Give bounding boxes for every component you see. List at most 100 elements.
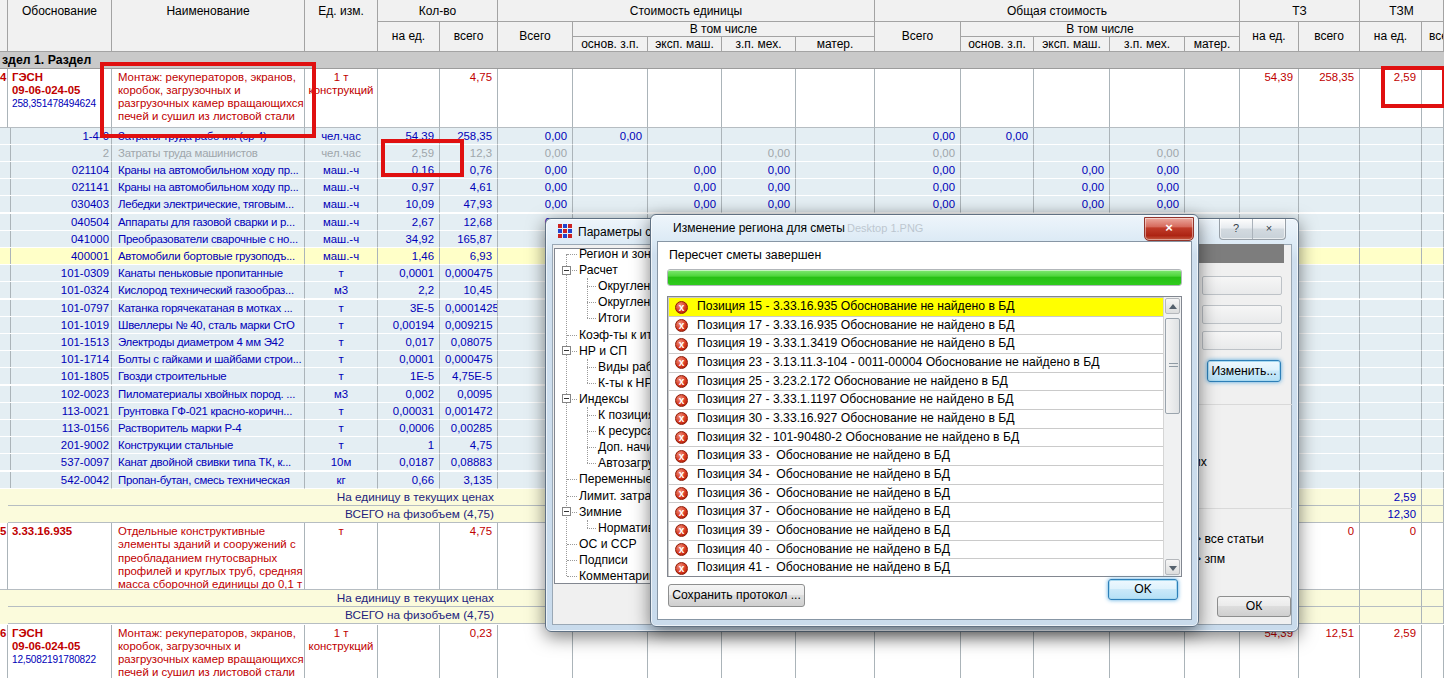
error-list-item[interactable]: xПозиция 25 - 3.23.2.172 Обоснование не …: [668, 372, 1164, 392]
change-button[interactable]: Изменить...: [1207, 360, 1281, 382]
table-cell: 2,67: [378, 214, 440, 231]
tree-item[interactable]: К-ты к НР: [598, 375, 653, 391]
scrollbar-thumb[interactable]: [1165, 318, 1180, 414]
tree-item[interactable]: Расчет: [579, 262, 618, 278]
error-list-item[interactable]: xПозиция 17 - 3.33.16.935 Обоснование не…: [668, 316, 1164, 336]
tree-item[interactable]: Коэф-ты к ито: [579, 327, 659, 343]
scroll-down-icon[interactable]: [1165, 559, 1180, 575]
table-cell: 0,00: [875, 162, 961, 179]
tree-item[interactable]: Зимние: [579, 504, 622, 520]
table-cell: [1422, 386, 1444, 403]
table-row[interactable]: 2Затраты труда машинистовчел.час2,5912,3…: [0, 145, 1444, 162]
table-cell: [1034, 128, 1110, 145]
table-cell: [1185, 196, 1240, 213]
error-icon: x: [675, 506, 688, 519]
table-cell: 101-0309: [8, 265, 112, 282]
tree-item[interactable]: НР и СП: [579, 343, 627, 359]
header-qty-total: всего: [440, 22, 498, 51]
error-list-item[interactable]: xПозиция 34 - Обоснование не найдено в Б…: [668, 465, 1164, 485]
table-cell: Монтаж: рекуператоров, экранов,коробок, …: [112, 625, 305, 678]
tree-item[interactable]: Доп. начи: [598, 439, 653, 455]
table-cell: [722, 625, 796, 678]
table-row[interactable]: 021141Краны на автомобильном ходу пр...м…: [0, 179, 1444, 196]
table-row[interactable]: 6ГЭСН09-06-024-0512,5082191780822Монтаж:…: [0, 625, 1444, 678]
error-ok-button[interactable]: OK: [1108, 579, 1178, 600]
save-protocol-button[interactable]: Сохранить протокол ...: [668, 584, 805, 607]
error-list-item-text: Позиция 37 - Обоснование не найдено в БД: [697, 503, 1161, 521]
error-list-item[interactable]: xПозиция 19 - 3.33.1.3419 Обоснование не…: [668, 334, 1164, 354]
tree-item[interactable]: Округлени: [598, 278, 657, 294]
table-cell: Швеллеры № 40, сталь марки СтО: [112, 317, 305, 334]
estimate-app-screen: здел 1. Раздел4ГЭСН09-06-024-05258,35147…: [0, 0, 1444, 678]
tree-item[interactable]: Итоги: [598, 310, 630, 326]
tree-expander-icon[interactable]: [562, 346, 571, 355]
error-list-item[interactable]: xПозиция 15 - 3.33.16.935 Обоснование не…: [668, 297, 1164, 317]
table-cell: [1360, 162, 1422, 179]
table-cell: [1240, 162, 1299, 179]
table-cell: 0,00: [498, 128, 573, 145]
table-cell: Пропан-бутан, смесь техническая: [112, 472, 305, 489]
table-cell: [1422, 282, 1444, 299]
error-list-item[interactable]: xПозиция 30 - 3.33.16.927 Обоснование не…: [668, 409, 1164, 429]
tree-item[interactable]: Регион и зона: [579, 246, 657, 262]
total-label: ВСЕГО на физобъем (4,75): [8, 607, 498, 624]
header-total-cost: Общая стоимость: [875, 0, 1240, 22]
error-list-item[interactable]: xПозиция 40 - Обоснование не найдено в Б…: [668, 540, 1164, 560]
tree-item[interactable]: К ресурса: [598, 423, 654, 439]
tree-expander-icon[interactable]: [562, 507, 571, 516]
error-list-item[interactable]: xПозиция 36 - Обоснование не найдено в Б…: [668, 484, 1164, 504]
error-icon: x: [675, 412, 688, 425]
tree-item[interactable]: Индексы: [579, 391, 629, 407]
table-cell: 0,017: [378, 334, 440, 351]
table-cell: Лебедки электрические, тяговым...: [112, 196, 305, 213]
table-row[interactable]: 030403Лебедки электрические, тяговым...м…: [0, 196, 1444, 213]
error-list-item[interactable]: x Позиция 37 - Обоснование не найдено в Б…: [668, 502, 1164, 522]
tree-item[interactable]: К позиция: [598, 407, 655, 423]
error-icon: x: [675, 450, 688, 463]
tree-item[interactable]: Округлени: [598, 294, 657, 310]
params-input-1[interactable]: [1202, 276, 1282, 295]
table-cell: [648, 128, 722, 145]
table-cell: [1422, 128, 1444, 145]
tree-item[interactable]: Норматив: [598, 520, 654, 536]
tree-item[interactable]: Переменные: [579, 471, 652, 487]
header-unit: Ед. изм.: [305, 0, 378, 51]
table-cell: [1360, 386, 1422, 403]
table-cell: 0,00: [722, 162, 796, 179]
table-cell: Кислород технический газообраз...: [112, 282, 305, 299]
table-cell: ГЭСН09-06-024-0512,5082191780822: [8, 625, 112, 678]
scrollbar[interactable]: [1163, 297, 1181, 576]
error-list-item[interactable]: xПозиция 41 - Обоснование не найдено в Б…: [668, 558, 1164, 577]
table-row[interactable]: 021104Краны на автомобильном ходу пр...м…: [0, 162, 1444, 179]
params-ok-button[interactable]: ОК: [1217, 596, 1291, 617]
scroll-up-icon[interactable]: [1165, 298, 1180, 314]
table-cell: [1299, 607, 1360, 624]
tree-item[interactable]: ОС и ССР: [579, 536, 637, 552]
tree-expander-icon[interactable]: [562, 394, 571, 403]
tree-item[interactable]: Комментарий: [579, 568, 656, 584]
tree-item[interactable]: Лимит. затрат: [579, 488, 657, 504]
table-cell: Краны на автомобильном ходу пр...: [112, 162, 305, 179]
table-cell: 0,0006: [378, 420, 440, 437]
close-icon[interactable]: ×: [1144, 217, 1194, 241]
error-list-item[interactable]: xПозиция 39 - Обоснование не найдено в Б…: [668, 521, 1164, 541]
table-cell: Затраты труда машинистов: [112, 145, 305, 162]
error-list-item[interactable]: xПозиция 27 - 3.33.1.1197 Обоснование не…: [668, 390, 1164, 410]
table-cell: 0,00: [648, 196, 722, 213]
table-cell: [1360, 214, 1422, 231]
params-input-2[interactable]: [1202, 305, 1282, 324]
error-list-item[interactable]: xПозиция 32 - 101-90480-2 Обоснование не…: [668, 428, 1164, 448]
table-cell: маш.-ч: [305, 162, 378, 179]
help-icon[interactable]: ?: [1220, 219, 1252, 239]
tree-item[interactable]: Подписи: [579, 552, 628, 568]
error-list-item[interactable]: xПозиция 23 - 3.13.11.3-104 - 0011-00004…: [668, 353, 1164, 373]
table-cell: [1360, 437, 1422, 454]
table-cell: [573, 179, 648, 196]
error-list-item[interactable]: xПозиция 33 - Обоснование не найдено в Б…: [668, 446, 1164, 466]
params-input-3[interactable]: [1202, 331, 1282, 350]
tree-item[interactable]: Виды раб: [598, 359, 653, 375]
tree-item[interactable]: Автозагру: [598, 455, 654, 471]
table-cell: [961, 196, 1034, 213]
tree-expander-icon[interactable]: [562, 266, 571, 275]
close-icon[interactable]: ×: [1252, 219, 1285, 239]
